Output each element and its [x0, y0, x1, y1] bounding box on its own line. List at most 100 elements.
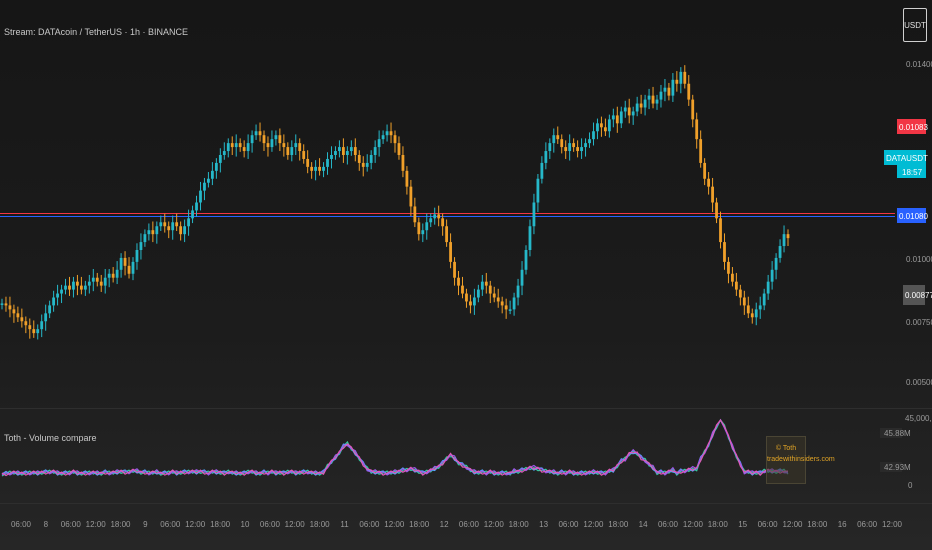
bid-tag-text: 0.01080	[899, 212, 928, 221]
candle-body	[4, 303, 8, 306]
candle-body	[326, 158, 329, 167]
volume-axis[interactable]: 45,000,000 45.88M 42.93M 0	[880, 414, 932, 490]
last-price-label: DATAUSDT	[886, 154, 928, 163]
candle-body	[520, 269, 524, 286]
candle-body	[754, 309, 758, 318]
volume-series-line	[1, 418, 789, 476]
candle-body	[500, 301, 504, 306]
candle-body	[623, 107, 627, 112]
time-axis-label: 16	[838, 520, 847, 529]
candle-body	[465, 293, 468, 302]
time-axis-label: 18:00	[708, 520, 729, 529]
candle-body	[222, 151, 226, 155]
candle-body	[135, 250, 139, 262]
time-axis-label: 12:00	[782, 520, 803, 529]
candle-body	[163, 222, 167, 227]
candle-body	[750, 313, 754, 318]
time-axis-label: 14	[639, 520, 648, 529]
candle-body	[199, 190, 202, 203]
candle-body	[111, 273, 115, 278]
candle-body	[87, 281, 91, 286]
candle-body	[377, 139, 381, 148]
price-axis-label: 0.00750	[906, 318, 932, 327]
candle-body	[532, 202, 536, 227]
candle-body	[770, 269, 774, 282]
candle-body	[425, 222, 429, 231]
candle-body	[703, 162, 707, 179]
candle-body	[560, 139, 564, 148]
time-axis-label: 12	[440, 520, 449, 529]
candle-body	[72, 281, 75, 290]
candle-body	[691, 99, 695, 120]
candle-body	[683, 71, 687, 84]
candle-body	[413, 206, 417, 223]
candle-body	[445, 226, 449, 243]
time-axis-label: 06:00	[459, 520, 480, 529]
candle-body	[60, 289, 63, 294]
candle-body	[397, 143, 401, 155]
candle-body	[433, 214, 437, 219]
candle-body	[572, 143, 576, 148]
time-axis-label: 06:00	[359, 520, 380, 529]
candle-body	[762, 293, 766, 306]
candle-body	[20, 317, 24, 322]
candle-body	[207, 178, 210, 183]
time-axis[interactable]: 06:00 8 06:00 12:00 18:00 9 06:00 12:00 18:00 10 0…	[11, 520, 903, 529]
candle-body	[742, 297, 746, 306]
candle-body	[576, 147, 580, 152]
candle-body	[409, 186, 413, 207]
candle-body	[36, 329, 40, 334]
candle-body	[278, 135, 282, 144]
candle-body	[266, 143, 270, 148]
candle-body	[314, 166, 318, 171]
candle-body	[139, 242, 143, 250]
ask-tag-text: 0.01083	[899, 123, 928, 132]
time-axis-label: 18:00	[310, 520, 331, 529]
candle-body	[711, 186, 714, 203]
volume-series-line	[1, 418, 789, 477]
candle-body	[151, 230, 155, 235]
candle-body	[492, 293, 496, 298]
candle-body	[179, 226, 183, 235]
candle-body	[68, 285, 71, 290]
candles	[0, 65, 790, 340]
candle-body	[639, 103, 643, 108]
candle-body	[663, 87, 667, 92]
candle-body	[357, 155, 361, 163]
candle-body	[115, 269, 119, 278]
candle-body	[588, 139, 591, 144]
candle-body	[230, 143, 234, 148]
candle-body	[449, 242, 452, 262]
candle-body	[584, 143, 587, 148]
candle-body	[723, 242, 726, 262]
candle-body	[528, 226, 532, 250]
volume-axis-label: 45,000,000	[905, 414, 932, 423]
candle-body	[250, 135, 254, 144]
candle-body	[476, 289, 480, 298]
candle-body	[508, 309, 512, 311]
candle-body	[52, 297, 56, 306]
candle-body	[32, 329, 36, 334]
time-axis-label: 12:00	[384, 520, 405, 529]
candle-body	[191, 210, 194, 219]
price-axis-label: 0.01400	[906, 60, 932, 69]
candle-body	[540, 162, 544, 179]
candle-body	[611, 115, 615, 120]
candle-body	[143, 234, 147, 243]
candle-body	[369, 155, 373, 163]
price-axis[interactable]: 0.01400 0.01000 0.00750 0.00500	[906, 60, 932, 387]
time-axis-label: 9	[143, 520, 148, 529]
candle-body	[778, 246, 782, 258]
currency-button[interactable]: USDT	[903, 8, 927, 42]
candle-body	[95, 277, 99, 282]
candle-body	[361, 162, 365, 167]
candle-body	[738, 289, 742, 298]
candle-body	[107, 273, 111, 278]
candle-body	[64, 285, 67, 290]
watermark-line1: © Toth	[775, 445, 797, 452]
candle-body	[687, 83, 691, 100]
indicator-title[interactable]: Toth - Volume compare	[4, 433, 97, 443]
candle-body	[671, 79, 675, 96]
candle-body	[603, 127, 607, 132]
candle-body	[0, 303, 4, 305]
